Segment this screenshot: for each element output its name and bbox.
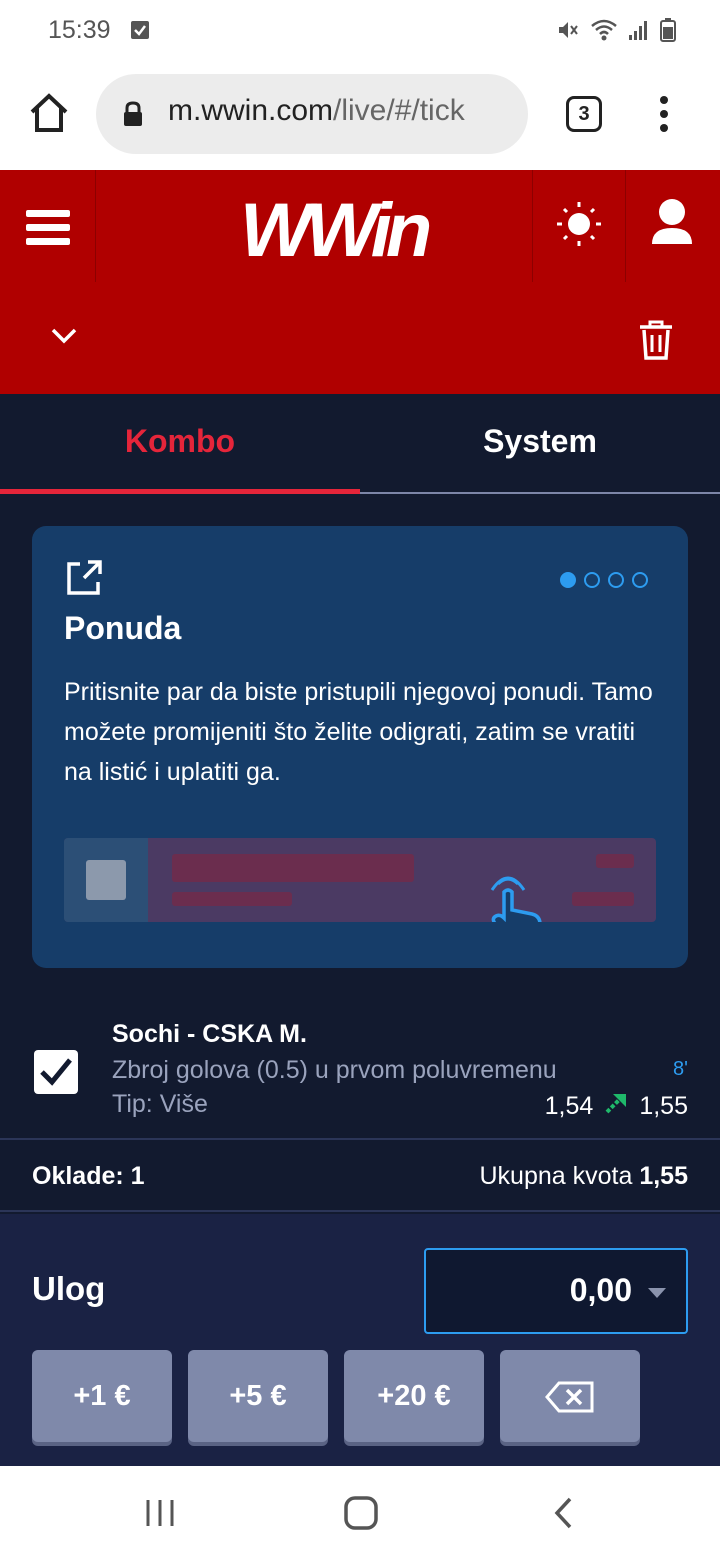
carousel-dot[interactable] [632, 572, 648, 588]
status-time: 15:39 [48, 16, 111, 44]
card-description: Pritisnite par da biste pristupili njego… [64, 678, 653, 786]
carousel-dots [560, 572, 648, 588]
lock-icon [122, 101, 144, 132]
hamburger-line [26, 238, 70, 245]
url-host: m.wwin.com [168, 94, 334, 127]
app-header: WWin [0, 170, 720, 282]
sun-icon [557, 202, 601, 246]
theme-toggle-button[interactable] [532, 170, 626, 282]
url-path: /live/#/tick [333, 94, 465, 127]
odds-up-icon [603, 1090, 629, 1123]
tutorial-illustration [64, 838, 656, 922]
logo-text: WWin [240, 194, 430, 264]
browser-toolbar: m.wwin.com/live/#/tick 3 [0, 62, 720, 170]
status-bar: 15:39 [0, 0, 720, 62]
more-vert-icon [660, 96, 668, 132]
bet-tip: Tip: Više [112, 1090, 208, 1118]
illustration-checkbox [86, 860, 126, 900]
stake-label: Ulog [32, 1270, 106, 1307]
notification-check-icon [130, 20, 150, 45]
backspace-button[interactable] [500, 1350, 640, 1442]
bet-market: Zbroj golova (0.5) u prvom poluvremenu [112, 1056, 557, 1084]
new-odds: 1,55 [639, 1092, 688, 1120]
carousel-dot[interactable] [608, 572, 624, 588]
back-nav-icon[interactable] [552, 1496, 574, 1535]
total-odds-value: 1,55 [639, 1162, 688, 1190]
hamburger-line [26, 210, 70, 217]
hamburger-line [26, 224, 70, 231]
address-bar[interactable]: m.wwin.com/live/#/tick [96, 74, 528, 154]
mute-icon [556, 18, 580, 47]
wifi-icon [590, 18, 618, 47]
total-odds: Ukupna kvota 1,55 [480, 1162, 689, 1191]
ticket-tabs: Kombo System [0, 394, 720, 494]
stake-area: Ulog 0,00 +1 € +5 € +20 € [0, 1214, 720, 1466]
bet-checkbox[interactable] [34, 1050, 78, 1094]
total-odds-label: Ukupna kvota [479, 1162, 633, 1190]
stake-input[interactable]: 0,00 [424, 1248, 688, 1334]
backspace-icon [545, 1381, 594, 1413]
ticket-content: Ponuda Pritisnite par da biste pristupil… [0, 494, 720, 1466]
menu-button[interactable] [0, 170, 96, 282]
quick-stake-1-button[interactable]: +1 € [32, 1350, 172, 1442]
tap-hand-icon [484, 876, 548, 922]
old-odds: 1,54 [544, 1092, 594, 1120]
card-title: Ponuda [64, 610, 182, 646]
ticket-summary: Oklade: 1 Ukupna kvota 1,55 [0, 1142, 720, 1212]
bets-count: Oklade: 1 [32, 1162, 145, 1190]
quick-stake-5-button[interactable]: +5 € [188, 1350, 328, 1442]
bet-odds: 1,54 1,55 [545, 1090, 688, 1123]
system-nav-bar [0, 1466, 720, 1560]
battery-icon [660, 18, 676, 47]
home-button[interactable] [28, 92, 70, 134]
tab-kombo[interactable]: Kombo [0, 394, 360, 494]
tab-switcher-button[interactable]: 3 [566, 96, 602, 132]
url-text: m.wwin.com/live/#/tick [168, 94, 465, 128]
carousel-dot[interactable] [560, 572, 576, 588]
carousel-dot[interactable] [584, 572, 600, 588]
home-icon [30, 93, 68, 132]
bet-match-name: Sochi - CSKA M. [112, 1020, 307, 1048]
info-card: Ponuda Pritisnite par da biste pristupil… [32, 526, 688, 968]
browser-menu-button[interactable] [654, 94, 674, 134]
trash-icon[interactable] [636, 318, 676, 367]
user-icon [652, 199, 692, 244]
stake-value: 0,00 [569, 1272, 632, 1308]
check-icon [40, 1058, 72, 1086]
tab-system[interactable]: System [360, 394, 720, 494]
chevron-down-icon[interactable] [50, 326, 78, 351]
quick-stake-20-button[interactable]: +20 € [344, 1350, 484, 1442]
signal-icon [628, 19, 650, 46]
ticket-header [0, 282, 720, 394]
match-minute: 8' [673, 1058, 688, 1080]
recent-apps-icon[interactable] [144, 1498, 176, 1533]
open-external-icon [64, 558, 104, 603]
caret-down-icon [648, 1288, 666, 1298]
bet-item[interactable]: Sochi - CSKA M. Zbroj golova (0.5) u prv… [0, 994, 720, 1140]
home-nav-icon[interactable] [344, 1496, 378, 1535]
user-account-button[interactable] [626, 170, 720, 282]
wwin-logo[interactable]: WWin [240, 188, 490, 273]
